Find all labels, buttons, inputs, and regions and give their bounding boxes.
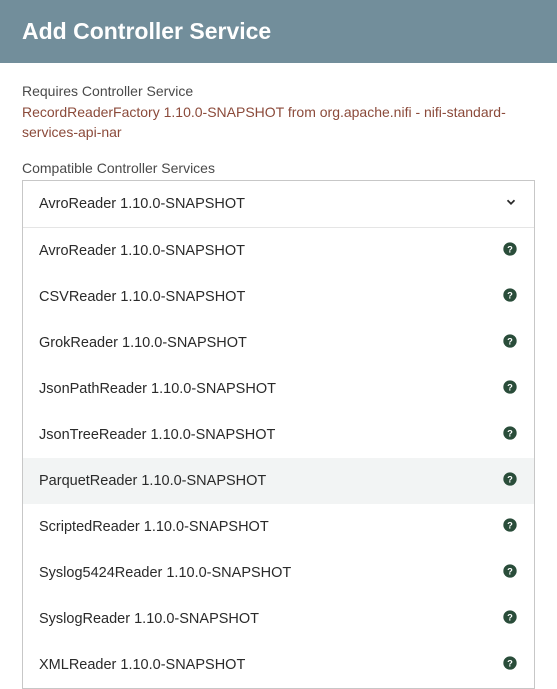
help-icon[interactable]: ? [502,471,518,491]
svg-text:?: ? [507,429,513,439]
svg-text:?: ? [507,245,513,255]
dialog-title: Add Controller Service [0,0,557,63]
dialog-body: Requires Controller Service RecordReader… [0,63,557,689]
dropdown-options-list: AvroReader 1.10.0-SNAPSHOT?CSVReader 1.1… [23,228,534,688]
option-label: ParquetReader 1.10.0-SNAPSHOT [39,473,266,489]
dropdown-option[interactable]: JsonTreeReader 1.10.0-SNAPSHOT? [23,412,534,458]
option-label: SyslogReader 1.10.0-SNAPSHOT [39,611,259,627]
requires-value: RecordReaderFactory 1.10.0-SNAPSHOT from… [22,103,535,142]
dropdown-option[interactable]: ParquetReader 1.10.0-SNAPSHOT? [23,458,534,504]
option-label: JsonPathReader 1.10.0-SNAPSHOT [39,381,276,397]
svg-text:?: ? [507,291,513,301]
dropdown-selected[interactable]: AvroReader 1.10.0-SNAPSHOT [23,181,534,228]
dropdown-selected-label: AvroReader 1.10.0-SNAPSHOT [39,196,245,212]
svg-text:?: ? [507,337,513,347]
dropdown-option[interactable]: ScriptedReader 1.10.0-SNAPSHOT? [23,504,534,550]
svg-text:?: ? [507,383,513,393]
option-label: XMLReader 1.10.0-SNAPSHOT [39,657,245,673]
compatible-label: Compatible Controller Services [22,160,535,176]
help-icon[interactable]: ? [502,563,518,583]
dropdown-option[interactable]: SyslogReader 1.10.0-SNAPSHOT? [23,596,534,642]
option-label: Syslog5424Reader 1.10.0-SNAPSHOT [39,565,291,581]
help-icon[interactable]: ? [502,655,518,675]
requires-label: Requires Controller Service [22,83,535,99]
add-controller-service-dialog: Add Controller Service Requires Controll… [0,0,557,640]
dropdown-option[interactable]: XMLReader 1.10.0-SNAPSHOT? [23,642,534,688]
compatible-services-dropdown: AvroReader 1.10.0-SNAPSHOT AvroReader 1.… [22,180,535,689]
dropdown-option[interactable]: Syslog5424Reader 1.10.0-SNAPSHOT? [23,550,534,596]
help-icon[interactable]: ? [502,333,518,353]
help-icon[interactable]: ? [502,379,518,399]
option-label: CSVReader 1.10.0-SNAPSHOT [39,289,245,305]
svg-text:?: ? [507,475,513,485]
option-label: JsonTreeReader 1.10.0-SNAPSHOT [39,427,275,443]
chevron-down-icon [504,195,518,213]
dropdown-option[interactable]: AvroReader 1.10.0-SNAPSHOT? [23,228,534,274]
help-icon[interactable]: ? [502,425,518,445]
dropdown-option[interactable]: CSVReader 1.10.0-SNAPSHOT? [23,274,534,320]
svg-text:?: ? [507,659,513,669]
option-label: GrokReader 1.10.0-SNAPSHOT [39,335,247,351]
svg-text:?: ? [507,567,513,577]
svg-text:?: ? [507,613,513,623]
dropdown-option[interactable]: JsonPathReader 1.10.0-SNAPSHOT? [23,366,534,412]
option-label: ScriptedReader 1.10.0-SNAPSHOT [39,519,269,535]
help-icon[interactable]: ? [502,287,518,307]
help-icon[interactable]: ? [502,241,518,261]
dropdown-option[interactable]: GrokReader 1.10.0-SNAPSHOT? [23,320,534,366]
help-icon[interactable]: ? [502,609,518,629]
help-icon[interactable]: ? [502,517,518,537]
option-label: AvroReader 1.10.0-SNAPSHOT [39,243,245,259]
svg-text:?: ? [507,521,513,531]
